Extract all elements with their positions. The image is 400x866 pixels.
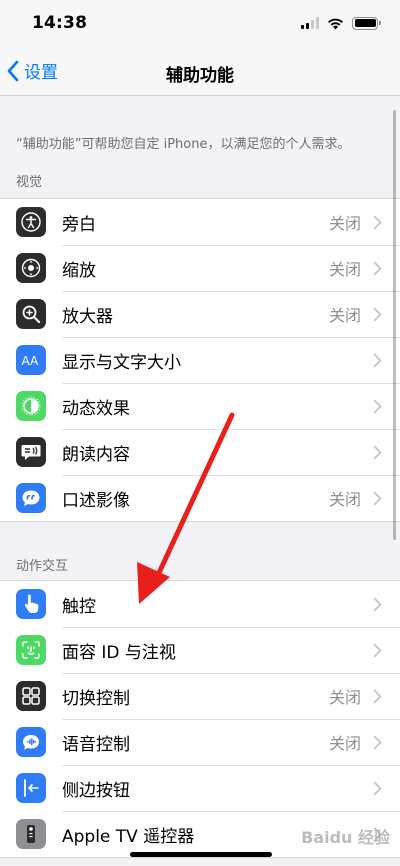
wifi-icon xyxy=(328,18,343,29)
row-audio-description[interactable]: 口述影像 关闭 xyxy=(0,475,400,521)
chevron-right-icon xyxy=(373,643,382,657)
motion-icon xyxy=(16,391,46,421)
row-voice-control[interactable]: 语音控制 关闭 xyxy=(0,719,400,765)
apple-tv-remote-icon xyxy=(16,819,46,849)
row-spoken-content[interactable]: 朗读内容 xyxy=(0,429,400,475)
home-indicator[interactable] xyxy=(130,852,272,857)
chevron-right-icon xyxy=(373,735,382,749)
row-motion[interactable]: 动态效果 xyxy=(0,383,400,429)
row-switch-control[interactable]: 切换控制 关闭 xyxy=(0,673,400,719)
chevron-right-icon xyxy=(373,399,382,413)
row-value: 关闭 xyxy=(328,734,361,753)
row-value: 关闭 xyxy=(328,306,361,325)
row-label: 朗读内容 xyxy=(62,444,130,465)
chevron-right-icon xyxy=(373,491,382,505)
row-label: 旁白 xyxy=(62,214,96,235)
section-header-vision: 视觉 xyxy=(16,175,43,190)
row-label: 口述影像 xyxy=(62,490,130,511)
row-label: 语音控制 xyxy=(62,734,130,755)
chevron-right-icon xyxy=(373,597,382,611)
row-label: 动态效果 xyxy=(62,398,130,419)
row-side-button[interactable]: 侧边按钮 xyxy=(0,765,400,811)
chevron-right-icon xyxy=(373,781,382,795)
zoom-icon xyxy=(16,253,46,283)
row-value: 关闭 xyxy=(328,260,361,279)
group-vision: 旁白 关闭 缩放 关闭 放大器 关闭 AA 显示与文字大小 动态效果 朗读内容 … xyxy=(0,198,400,522)
row-zoom[interactable]: 缩放 关闭 xyxy=(0,245,400,291)
row-label: 放大器 xyxy=(62,306,113,327)
row-display-text-size[interactable]: AA 显示与文字大小 xyxy=(0,337,400,383)
svg-text:A: A xyxy=(30,354,39,368)
row-magnifier[interactable]: 放大器 关闭 xyxy=(0,291,400,337)
page-description: “辅助功能”可帮助您自定 iPhone，以满足您的个人需求。 xyxy=(16,137,351,152)
spoken-content-icon xyxy=(16,437,46,467)
voiceover-icon xyxy=(16,207,46,237)
voice-control-icon xyxy=(16,727,46,757)
side-button-icon xyxy=(16,773,46,803)
row-label: 缩放 xyxy=(62,260,96,281)
switch-control-icon xyxy=(16,681,46,711)
page-title: 辅助功能 xyxy=(166,66,234,86)
status-icons xyxy=(301,15,381,31)
magnifier-icon xyxy=(16,299,46,329)
chevron-right-icon xyxy=(373,307,382,321)
face-id-icon xyxy=(16,635,46,665)
chevron-right-icon xyxy=(373,353,382,367)
row-label: 切换控制 xyxy=(62,688,130,709)
chevron-right-icon xyxy=(373,689,382,703)
chevron-right-icon xyxy=(373,261,382,275)
battery-icon xyxy=(352,16,381,30)
cellular-signal-icon xyxy=(301,17,319,29)
audio-description-icon xyxy=(16,483,46,513)
text-size-icon: AA xyxy=(16,345,46,375)
row-touch[interactable]: 触控 xyxy=(0,581,400,627)
scroll-indicator[interactable] xyxy=(393,110,396,540)
watermark-text: Baidu 经验 xyxy=(301,828,390,847)
status-time: 14:38 xyxy=(32,13,88,33)
chevron-right-icon xyxy=(373,445,382,459)
row-label: 显示与文字大小 xyxy=(62,352,181,373)
row-value: 关闭 xyxy=(328,490,361,509)
row-label: 面容 ID 与注视 xyxy=(62,642,176,663)
row-value: 关闭 xyxy=(328,214,361,233)
status-bar: 14:38 xyxy=(0,0,400,48)
touch-icon xyxy=(16,589,46,619)
settings-list: “辅助功能”可帮助您自定 iPhone，以满足您的个人需求。 视觉 旁白 关闭 … xyxy=(0,96,400,858)
row-label: 触控 xyxy=(62,596,96,617)
row-label: 侧边按钮 xyxy=(62,780,130,801)
navigation-bar: 设置 辅助功能 xyxy=(0,48,400,96)
section-header-interaction: 动作交互 xyxy=(16,559,69,574)
group-interaction: 触控 面容 ID 与注视 切换控制 关闭 语音控制 关闭 侧边按钮 Apple … xyxy=(0,580,400,858)
chevron-right-icon xyxy=(373,215,382,229)
row-voiceover[interactable]: 旁白 关闭 xyxy=(0,199,400,245)
row-value: 关闭 xyxy=(328,688,361,707)
row-face-id-attention[interactable]: 面容 ID 与注视 xyxy=(0,627,400,673)
